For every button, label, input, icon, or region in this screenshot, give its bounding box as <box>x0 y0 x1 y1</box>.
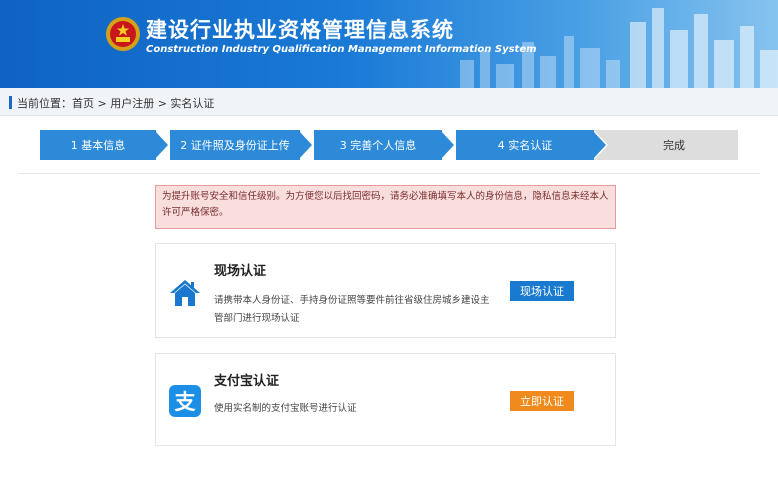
home-icon <box>170 280 200 306</box>
site-header: 建设行业执业资格管理信息系统 Construction Industry Qua… <box>0 0 778 88</box>
alipay-verify-button[interactable]: 立即认证 <box>510 391 574 411</box>
alipay-verification-card: 支付宝认证 支 使用实名制的支付宝账号进行认证 立即认证 <box>155 353 616 446</box>
city-skyline-graphic <box>460 8 778 88</box>
step-label: 4 实名认证 <box>497 139 553 152</box>
step-basic-info: 1 基本信息 <box>40 130 156 160</box>
step-personal-info: 3 完善个人信息 <box>314 130 442 160</box>
security-notice: 为提升账号安全和信任级别。为方便您以后找回密码，请务必准确填写本人的身份信息，隐… <box>155 185 616 229</box>
card-description: 请携带本人身份证、手持身份证照等要件前往省级住房城乡建设主管部门进行现场认证 <box>214 295 490 324</box>
step-arrow <box>298 130 312 160</box>
step-arrow <box>154 130 168 160</box>
onsite-verification-card: 现场认证 请携带本人身份证、手持身份证照等要件前往省级住房城乡建设主管部门进行现… <box>155 243 616 338</box>
step-label: 1 基本信息 <box>70 139 126 152</box>
step-label: 完成 <box>663 139 685 152</box>
alipay-icon: 支 <box>169 385 201 417</box>
step-label: 3 完善个人信息 <box>339 139 417 152</box>
national-emblem-icon <box>106 17 140 51</box>
step-real-name-auth: 4 实名认证 <box>456 130 594 160</box>
step-arrow <box>592 130 606 160</box>
step-label: 2 证件照及身份证上传 <box>180 139 290 152</box>
step-document-upload: 2 证件照及身份证上传 <box>170 130 300 160</box>
onsite-verify-button[interactable]: 现场认证 <box>510 281 574 301</box>
progress-steps: 1 基本信息 2 证件照及身份证上传 3 完善个人信息 4 实名认证 完成 <box>40 130 738 160</box>
step-complete: 完成 <box>594 130 738 160</box>
card-title: 支付宝认证 <box>214 374 280 389</box>
system-title: 建设行业执业资格管理信息系统 <box>146 18 454 42</box>
breadcrumb: 当前位置：首页 > 用户注册 > 实名认证 <box>17 97 215 110</box>
card-description: 使用实名制的支付宝账号进行认证 <box>214 403 357 414</box>
svg-text:支: 支 <box>175 390 197 414</box>
step-arrow <box>440 130 454 160</box>
divider <box>18 173 760 174</box>
card-title: 现场认证 <box>214 264 267 279</box>
breadcrumb-marker <box>9 96 12 109</box>
